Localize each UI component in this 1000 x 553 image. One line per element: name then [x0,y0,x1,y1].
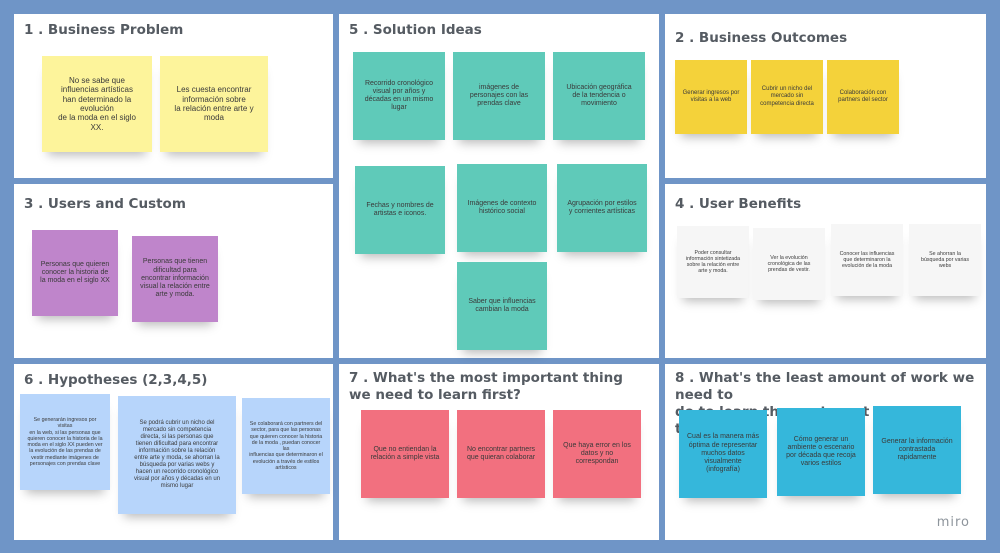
panel-user-benefits: 4 . User Benefits Poder consultar inform… [665,184,986,358]
panel-title: 3 . Users and Custom [24,196,186,212]
sticky-note[interactable]: Se ahorran la búsqueda por varias webs [909,224,981,296]
sticky-note[interactable]: Se colaborará con partners del sector, p… [242,398,330,494]
panel-title: 2 . Business Outcomes [675,30,848,46]
panel-title: 4 . User Benefits [675,196,802,212]
sticky-note[interactable]: Personas que quieren conocer la historia… [32,230,118,316]
panel-business-outcomes: 2 . Business Outcomes Generar ingresos p… [665,14,986,178]
sticky-note[interactable]: Cómo generar un ambiente o escenario por… [777,408,865,496]
panel-learn-first: 7 . What's the most important thing we n… [339,364,659,540]
panel-business-problem: 1 . Business Problem No se sabe que infl… [14,14,333,178]
sticky-note[interactable]: Se podrá cubrir un nicho del mercado sin… [118,396,236,514]
sticky-note[interactable]: Ver la evolución cronológica de las pren… [753,228,825,300]
panel-users: 3 . Users and Custom Personas que quiere… [14,184,333,358]
sticky-note[interactable]: Les cuesta encontrar información sobre l… [160,56,268,152]
sticky-note[interactable]: No se sabe que influencias artísticas ha… [42,56,152,152]
sticky-note[interactable]: imágenes de personajes con las prendas c… [453,52,545,140]
sticky-note[interactable]: Cubrir un nicho del mercado sin competen… [751,60,823,134]
panel-title: 1 . Business Problem [24,22,184,38]
sticky-note[interactable]: Cual es la manera más óptima de represen… [679,410,767,498]
sticky-note[interactable]: Colaboración con partners del sector [827,60,899,134]
panel-title: 6 . Hypotheses (2,3,4,5) [24,372,208,388]
sticky-note[interactable]: Que no entiendan la relación a simple vi… [361,410,449,498]
miro-logo: miro [936,515,970,530]
sticky-note[interactable]: Personas que tienen dificultad para enco… [132,236,218,322]
sticky-note[interactable]: Generar ingresos por visitas a la web [675,60,747,134]
panel-hypotheses: 6 . Hypotheses (2,3,4,5) Se generarán in… [14,364,333,540]
sticky-note[interactable]: Que haya error en los datos y no corresp… [553,410,641,498]
sticky-note[interactable]: Ubicación geográfica de la tendencia o m… [553,52,645,140]
sticky-note[interactable]: Poder consultar información sintetizada … [677,226,749,298]
sticky-note[interactable]: Generar la información contrastada rapid… [873,406,961,494]
sticky-note[interactable]: Conocer las influencias que determinaron… [831,224,903,296]
sticky-note[interactable]: Imágenes de contexto histórico social [457,164,547,252]
sticky-note[interactable]: Fechas y nombres de artistas e iconos. [355,166,445,254]
sticky-note[interactable]: Agrupación por estilos y corrientes artí… [557,164,647,252]
panel-title: 5 . Solution Ideas [349,22,482,38]
sticky-note[interactable]: Se generarán ingresos por visitas en la … [20,394,110,490]
sticky-note[interactable]: No encontrar partners que quieran colabo… [457,410,545,498]
panel-title: 7 . What's the most important thing we n… [349,370,623,403]
panel-least-work: 8 . What's the least amount of work we n… [665,364,986,540]
sticky-note[interactable]: Recorrido cronológico visual por años y … [353,52,445,140]
panel-solution-ideas: 5 . Solution Ideas Recorrido cronológico… [339,14,659,358]
sticky-note[interactable]: Saber que influencias cambian la moda [457,262,547,350]
